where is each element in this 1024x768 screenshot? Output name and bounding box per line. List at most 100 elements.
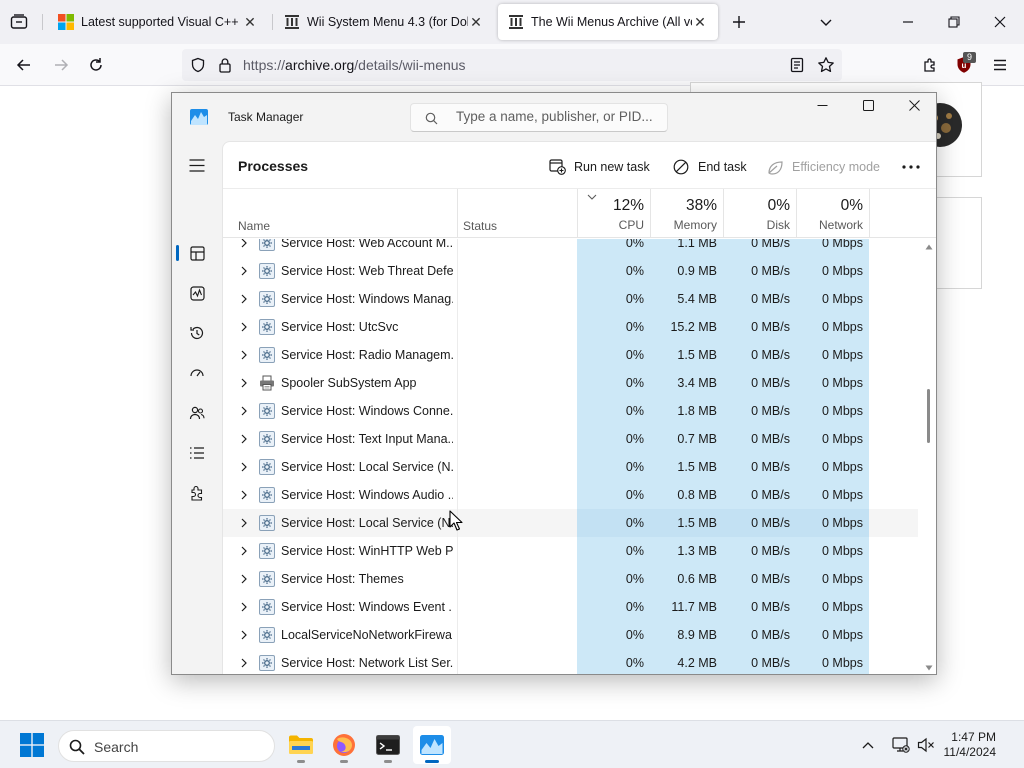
- process-row[interactable]: Service Host: Web Threat Defe... 0% 0.9 MB…: [223, 257, 918, 285]
- process-row[interactable]: Service Host: UtcSvc 0% 15.2 MB 0 MB/s 0 Mbp…: [223, 313, 918, 341]
- extensions-button[interactable]: [918, 54, 942, 76]
- running-indicator: [297, 760, 305, 763]
- process-list: Service Host: Web Account M... 0% 1.1 MB 0 …: [223, 239, 918, 674]
- nav-services[interactable]: [185, 481, 209, 505]
- column-header-network[interactable]: 0% Network: [797, 189, 869, 238]
- chevron-right-icon[interactable]: [237, 544, 251, 558]
- taskbar-terminal[interactable]: [369, 726, 407, 764]
- column-header-name[interactable]: Name: [223, 189, 457, 238]
- show-hidden-icons-button[interactable]: [853, 726, 883, 764]
- url-host: archive.org: [285, 57, 355, 73]
- process-row[interactable]: Spooler SubSystem App 0% 3.4 MB 0 MB/s 0 Mbp…: [223, 369, 918, 397]
- list-all-tabs-button[interactable]: [815, 12, 837, 32]
- start-button[interactable]: [13, 726, 51, 764]
- process-row[interactable]: Service Host: Web Account M... 0% 1.1 MB 0 …: [223, 239, 918, 257]
- process-row[interactable]: Service Host: Network List Ser... 0% 4.2 M…: [223, 649, 918, 674]
- column-header-cpu[interactable]: 12% CPU: [578, 189, 650, 238]
- tracking-protection-icon[interactable]: [190, 57, 206, 73]
- app-menu-button[interactable]: [988, 54, 1012, 76]
- process-row[interactable]: Service Host: Local Service (N... 0% 1.5 M…: [223, 453, 918, 481]
- process-row[interactable]: Service Host: Windows Audio ... 0% 0.8 MB 0…: [223, 481, 918, 509]
- chevron-right-icon[interactable]: [237, 404, 251, 418]
- tab-wii-menus-archive[interactable]: The Wii Menus Archive (All ver ✕: [498, 4, 718, 40]
- column-header-disk[interactable]: 0% Disk: [724, 189, 796, 238]
- url-text[interactable]: https://archive.org/details/wii-menus: [243, 57, 466, 73]
- process-search-input[interactable]: [456, 109, 661, 124]
- chevron-right-icon[interactable]: [237, 600, 251, 614]
- minimize-button[interactable]: [799, 93, 845, 120]
- column-header-status[interactable]: Status: [458, 189, 577, 238]
- browser-close-button[interactable]: [977, 7, 1023, 37]
- chevron-right-icon[interactable]: [237, 292, 251, 306]
- browser-restore-button[interactable]: [931, 7, 977, 37]
- task-manager-titlebar[interactable]: Task Manager: [172, 93, 936, 141]
- close-tab-icon[interactable]: ✕: [242, 14, 258, 31]
- bookmark-star-icon[interactable]: [817, 56, 835, 74]
- chevron-right-icon[interactable]: [237, 348, 251, 362]
- chevron-right-icon[interactable]: [237, 460, 251, 474]
- chevron-right-icon[interactable]: [237, 628, 251, 642]
- network-total: 0%: [840, 197, 863, 214]
- system-clock[interactable]: 1:47 PM 11/4/2024: [936, 730, 997, 760]
- chevron-right-icon[interactable]: [237, 264, 251, 278]
- nav-menu-toggle[interactable]: [185, 153, 209, 177]
- chevron-right-icon[interactable]: [237, 516, 251, 530]
- end-task-button[interactable]: End task: [672, 156, 747, 178]
- url-bar[interactable]: https://archive.org/details/wii-menus: [182, 49, 842, 81]
- nav-processes[interactable]: [185, 241, 209, 265]
- scroll-up-arrow-icon[interactable]: [925, 244, 933, 250]
- nav-app-history[interactable]: [185, 321, 209, 345]
- scrollbar-thumb[interactable]: [927, 389, 930, 443]
- process-row[interactable]: Service Host: Windows Event ... 0% 11.7 MB…: [223, 593, 918, 621]
- taskbar-firefox[interactable]: [325, 726, 363, 764]
- back-button[interactable]: [12, 54, 36, 76]
- volume-button[interactable]: [914, 726, 938, 764]
- tab-visual-cpp[interactable]: Latest supported Visual C++ Re ✕: [48, 4, 268, 40]
- chevron-right-icon[interactable]: [237, 432, 251, 446]
- reload-button[interactable]: [84, 54, 108, 76]
- process-name: Service Host: UtcSvc: [281, 320, 399, 334]
- chevron-right-icon[interactable]: [237, 488, 251, 502]
- nav-users[interactable]: [185, 401, 209, 425]
- process-row[interactable]: Service Host: Windows Conne... 0% 1.8 MB 0 …: [223, 397, 918, 425]
- close-tab-icon[interactable]: ✕: [692, 14, 708, 31]
- network-status-button[interactable]: [888, 726, 914, 764]
- chevron-right-icon[interactable]: [237, 656, 251, 670]
- firefox-view-button[interactable]: [8, 12, 30, 32]
- process-row[interactable]: Service Host: Local Service (N... 0% 1.5 M…: [223, 509, 918, 537]
- chevron-right-icon[interactable]: [237, 239, 251, 250]
- reader-view-icon[interactable]: [789, 57, 805, 73]
- run-new-task-button[interactable]: Run new task: [548, 156, 650, 178]
- task-manager-window: Task Manager Type a name, publisher, or …: [171, 92, 937, 675]
- column-divider[interactable]: [869, 189, 870, 238]
- chevron-right-icon[interactable]: [237, 572, 251, 586]
- more-options-button[interactable]: [896, 156, 926, 178]
- taskbar-task-manager[interactable]: [413, 726, 451, 764]
- maximize-button[interactable]: [845, 93, 891, 120]
- column-header-memory[interactable]: 38% Memory: [651, 189, 723, 238]
- tab-wii-system-menu[interactable]: Wii System Menu 4.3 (for Dolph ✕: [274, 4, 494, 40]
- process-row[interactable]: LocalServiceNoNetworkFirewa... 0% 8.9 MB 0 …: [223, 621, 918, 649]
- browser-minimize-button[interactable]: [885, 7, 931, 37]
- scroll-down-arrow-icon[interactable]: [925, 665, 933, 671]
- close-tab-icon[interactable]: ✕: [468, 14, 484, 31]
- lock-icon[interactable]: [218, 57, 232, 73]
- forward-button[interactable]: [49, 54, 73, 76]
- taskbar-file-explorer[interactable]: [282, 726, 320, 764]
- nav-startup-apps[interactable]: [185, 361, 209, 385]
- taskbar-search-box[interactable]: Search: [58, 730, 275, 762]
- process-row[interactable]: Service Host: Radio Managem... 0% 1.5 MB 0 …: [223, 341, 918, 369]
- process-row[interactable]: Service Host: WinHTTP Web P... 0% 1.3 MB 0 …: [223, 537, 918, 565]
- new-tab-button[interactable]: [728, 12, 750, 32]
- nav-details[interactable]: [185, 441, 209, 465]
- nav-performance[interactable]: [185, 281, 209, 305]
- process-row[interactable]: Service Host: Windows Manag... 0% 5.4 MB 0 …: [223, 285, 918, 313]
- efficiency-mode-button[interactable]: Efficiency mode: [766, 156, 880, 178]
- process-row[interactable]: Service Host: Text Input Mana... 0% 0.7 MB…: [223, 425, 918, 453]
- process-row[interactable]: Service Host: Themes 0% 0.6 MB 0 MB/s 0 Mbps: [223, 565, 918, 593]
- close-button[interactable]: [891, 93, 936, 120]
- process-search-box[interactable]: [410, 103, 668, 132]
- vertical-scrollbar[interactable]: [922, 239, 936, 674]
- chevron-right-icon[interactable]: [237, 320, 251, 334]
- chevron-right-icon[interactable]: [237, 376, 251, 390]
